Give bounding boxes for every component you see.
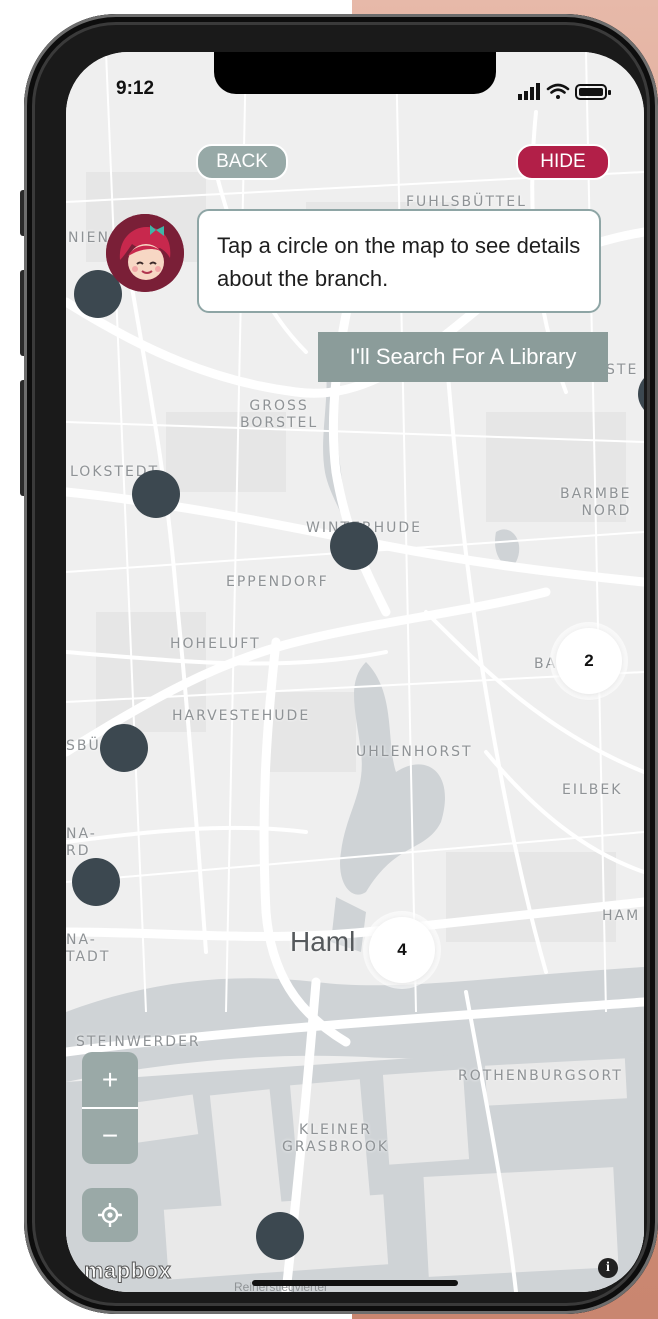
place-label: NA- RD [66, 826, 97, 859]
place-label: SBÜ [66, 738, 101, 754]
zoom-out-button[interactable]: − [82, 1108, 138, 1164]
back-button[interactable]: BACK [196, 144, 288, 180]
mapbox-logo[interactable]: mapbox [83, 1258, 171, 1284]
branch-marker[interactable] [100, 724, 148, 772]
place-label: GROSS BORSTEL [240, 398, 319, 431]
place-label: STEINWERDER [76, 1034, 201, 1050]
location-crosshair-icon [98, 1203, 122, 1227]
place-label: EPPENDORF [226, 574, 329, 590]
guide-speech-bubble: Tap a circle on the map to see details a… [197, 209, 601, 313]
branch-marker[interactable] [256, 1212, 304, 1260]
branch-marker[interactable] [132, 470, 180, 518]
status-time: 9:12 [116, 78, 155, 99]
place-label: ROTHENBURGSORT [458, 1068, 623, 1084]
home-indicator[interactable] [252, 1280, 458, 1286]
branch-cluster[interactable]: 2 [556, 628, 622, 694]
guide-avatar [106, 214, 184, 292]
notch [214, 52, 496, 94]
branch-marker[interactable] [72, 858, 120, 906]
place-label: HARVESTEHUDE [172, 708, 311, 724]
search-library-button[interactable]: I'll Search For A Library [318, 332, 608, 382]
branch-cluster[interactable]: 4 [369, 917, 435, 983]
place-label: KLEINER GRASBROOK [282, 1122, 390, 1155]
battery-icon [575, 84, 611, 100]
info-icon[interactable]: i [598, 1258, 618, 1278]
wifi-icon [546, 83, 570, 99]
signal-icon [518, 83, 540, 100]
zoom-in-button[interactable]: + [82, 1052, 138, 1108]
status-icons [518, 83, 611, 100]
place-label: HOHELUFT [170, 636, 261, 652]
phone-screen: FUHLSBÜTTEL NIEN GROSS BORSTEL STE LOKST… [66, 52, 644, 1292]
locate-me-button[interactable] [82, 1188, 138, 1242]
place-label: NA- TADT [66, 932, 111, 965]
place-label: NIEN [68, 230, 110, 246]
hide-button[interactable]: HIDE [516, 144, 610, 180]
branch-marker[interactable] [330, 522, 378, 570]
place-label: STE [606, 362, 639, 378]
librarian-avatar-icon [106, 214, 184, 292]
place-label: BARMBE NORD [560, 486, 632, 519]
zoom-control: + − [82, 1052, 138, 1164]
place-label: UHLENHORST [356, 744, 473, 760]
city-label: Haml [290, 926, 356, 957]
place-label: EILBEK [562, 782, 623, 798]
place-label: HAM [602, 908, 641, 924]
